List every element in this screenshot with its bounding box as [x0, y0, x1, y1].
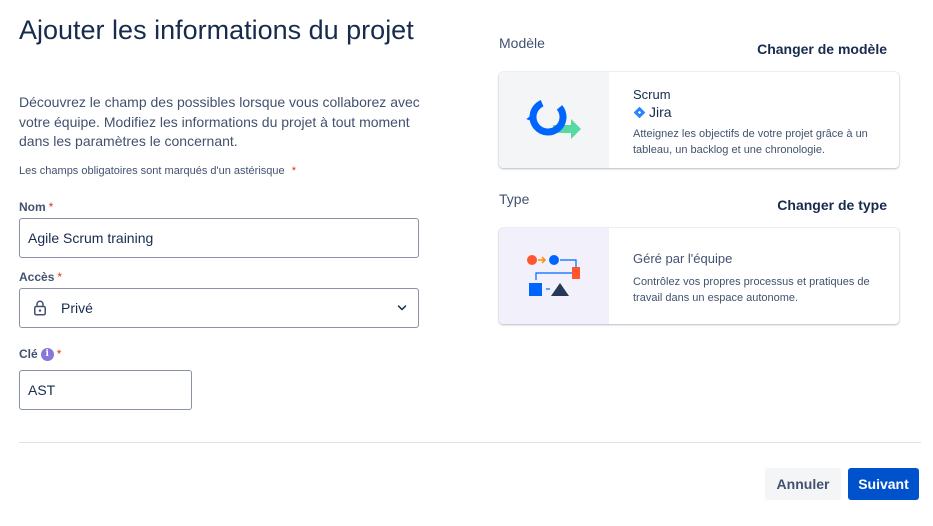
access-value: Privé — [61, 300, 93, 316]
chevron-down-icon — [397, 305, 407, 311]
template-card[interactable]: Scrum Jira Atteignez les objectifs de vo… — [499, 72, 899, 168]
name-label-text: Nom — [19, 200, 46, 214]
required-note-text: Les champs obligatoires sont marqués d'u… — [19, 165, 285, 177]
change-template-button[interactable]: Changer de modèle — [757, 41, 887, 57]
access-select[interactable]: Privé — [19, 288, 419, 328]
type-card-description: Contrôlez vos propres processus et prati… — [633, 276, 870, 304]
required-asterisk: * — [56, 347, 62, 361]
scrum-illustration — [499, 72, 609, 168]
next-button[interactable]: Suivant — [848, 468, 919, 500]
change-type-button[interactable]: Changer de type — [777, 197, 887, 213]
access-label-text: Accès — [19, 270, 55, 284]
template-card-description: Atteignez les objectifs de votre projet … — [633, 128, 868, 156]
intro-text: Découvrez le champ des possibles lorsque… — [19, 94, 420, 149]
key-label: Clé i * — [19, 347, 61, 361]
scrum-cycle-icon — [526, 98, 581, 139]
page-title: Ajouter les informations du projet — [19, 15, 414, 45]
team-managed-illustration — [499, 228, 609, 324]
access-label: Accès * — [19, 270, 62, 284]
required-asterisk: * — [57, 270, 63, 284]
jira-logo-icon — [633, 106, 646, 118]
project-key-value: AST — [28, 382, 56, 398]
footer-divider — [19, 442, 921, 443]
team-managed-icon — [527, 255, 580, 296]
key-label-text: Clé — [19, 347, 38, 361]
project-key-input[interactable]: AST — [19, 370, 192, 410]
jira-product-label: Jira — [633, 104, 885, 120]
lock-icon — [34, 300, 46, 316]
project-name-value: Agile Scrum training — [28, 230, 154, 246]
type-card[interactable]: Géré par l'équipe Contrôlez vos propres … — [499, 228, 899, 324]
required-asterisk: * — [291, 165, 296, 177]
template-card-title: Scrum — [633, 87, 671, 102]
jira-product-text: Jira — [649, 104, 672, 120]
required-fields-note: Les champs obligatoires sont marqués d'u… — [19, 165, 296, 177]
required-asterisk: * — [48, 200, 54, 214]
template-section-label: Modèle — [499, 35, 545, 51]
name-label: Nom * — [19, 200, 53, 214]
type-section-label: Type — [499, 191, 530, 207]
type-card-title: Géré par l'équipe — [633, 251, 733, 266]
project-name-input[interactable]: Agile Scrum training — [19, 218, 419, 258]
cancel-button[interactable]: Annuler — [765, 468, 841, 500]
info-icon[interactable]: i — [40, 347, 54, 361]
